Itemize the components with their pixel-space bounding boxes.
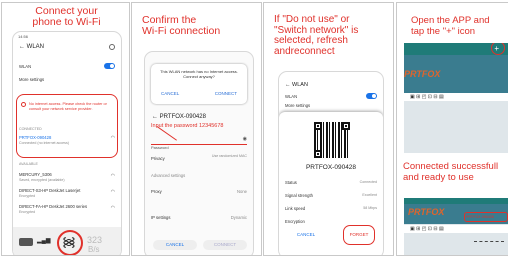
no-internet-dialog: This WLAN network has no Internet access… bbox=[151, 64, 247, 104]
device-name: PRTFOX-090428 bbox=[466, 215, 494, 219]
step-3-caption: If "Do not use" or "Switch network" is s… bbox=[274, 14, 358, 57]
network-status: Encrypted bbox=[19, 210, 36, 214]
status-time: 14:56 bbox=[18, 34, 29, 39]
wlan-label: WLAN bbox=[19, 64, 32, 69]
link-speed-value: 58 Mbps bbox=[363, 206, 377, 210]
network-speed: 323 bbox=[87, 235, 103, 245]
connected-device-tag[interactable]: PRTFOX-090428 bbox=[464, 212, 508, 222]
qr-corner bbox=[314, 150, 322, 158]
help-icon[interactable] bbox=[109, 44, 115, 50]
dialog-cancel-button[interactable]: CANCEL bbox=[161, 91, 179, 96]
wlan-toggle[interactable] bbox=[366, 93, 377, 99]
more-settings[interactable]: More settings bbox=[19, 77, 115, 82]
signal-icon: ▂▄▆ bbox=[37, 238, 51, 244]
step-5-caption: Connected successfull and ready to use bbox=[403, 161, 498, 183]
page-title-text: WLAN bbox=[26, 44, 45, 50]
wifi-icon: ◠ bbox=[110, 189, 115, 195]
step-2-caption: Confirm the Wi-Fi connection bbox=[142, 15, 220, 37]
caption-line: Wi-Fi connection bbox=[142, 25, 221, 37]
caption-line: selected, refresh bbox=[274, 35, 348, 46]
app-logo: PRTFOX bbox=[404, 69, 441, 79]
caption-line: If "Do not use" or bbox=[274, 14, 350, 25]
phone-screen: This WLAN network has no Internet access… bbox=[144, 51, 254, 255]
caption-line: tap the "+" icon bbox=[411, 26, 476, 37]
privacy-value[interactable]: Use randomized MAC bbox=[207, 154, 247, 158]
password-hint: Input the password 12345678 bbox=[151, 123, 224, 129]
phone-screen: ← WLAN WLAN More settings PRTFOX-090428 … bbox=[278, 71, 384, 255]
step-4-panel: Open the APP and tap the "+" icon + PRTF… bbox=[396, 2, 508, 256]
connect-button[interactable]: CONNECT bbox=[203, 240, 247, 250]
status-bar: 14:56 bbox=[13, 32, 121, 39]
phone-screen: 14:56 ← WLAN WLAN More settings No inter… bbox=[12, 31, 122, 255]
app-screen-1: + PRTFOX ▣ ⊞ ◰ ⊡ ⊟ ▤ bbox=[404, 43, 508, 153]
connected-ssid[interactable]: PRTFOX-090428 bbox=[19, 135, 115, 140]
advanced-settings[interactable]: Advanced settings bbox=[151, 173, 247, 178]
network-status: Saved, encrypted (available) bbox=[19, 178, 65, 182]
wifi-icon: ◠ bbox=[110, 135, 115, 141]
caption-line: andreconnect bbox=[274, 45, 335, 57]
wifi-icon: ◠ bbox=[110, 205, 115, 211]
app-screen-2: PRTFOX PRTFOX-090428 ▣ ⊞ ◰ ⊡ ⊟ ▤ bbox=[404, 198, 508, 255]
signal-value: Excellent bbox=[362, 193, 377, 197]
wifi-icon: ◠ bbox=[110, 173, 115, 179]
cancel-button[interactable]: CANCEL bbox=[291, 232, 321, 237]
connected-header: CONNECTED bbox=[19, 127, 42, 131]
step-1-panel: Connect your phone to Wi-Fi 14:56 ← WLAN… bbox=[1, 2, 130, 256]
network-name[interactable]: MERCURY_5306 bbox=[19, 172, 115, 177]
more-settings[interactable]: More settings bbox=[285, 103, 377, 108]
qr-corner bbox=[342, 122, 350, 130]
eye-icon[interactable]: ◉ bbox=[243, 136, 247, 142]
dialog-message: This WLAN network has no Internet access… bbox=[160, 69, 238, 79]
cancel-button[interactable]: CANCEL bbox=[153, 240, 197, 250]
caption-line: and ready to use bbox=[403, 172, 474, 183]
wlan-label: WLAN bbox=[285, 94, 298, 99]
page-title: ← WLAN bbox=[285, 82, 308, 88]
hd-icon bbox=[19, 238, 33, 246]
warning-text: No internet access. Please check the rou… bbox=[29, 102, 107, 111]
alert-icon bbox=[21, 102, 26, 107]
caption-line: Open the APP and bbox=[411, 15, 490, 26]
password-placeholder: Password bbox=[151, 145, 169, 150]
caption-line: Connected successfull bbox=[403, 161, 499, 172]
caption-line: phone to Wi-Fi bbox=[32, 16, 101, 28]
toolbar-icons[interactable]: ▣ ⊞ ◰ ⊡ ⊟ ▤ bbox=[410, 226, 444, 232]
connected-status: Connected (no internet access) bbox=[19, 141, 69, 145]
qr-corner bbox=[314, 122, 322, 130]
network-name[interactable]: DIRECT-FA-HP DeskJet 2600 series bbox=[19, 204, 115, 209]
toolbar-icons[interactable]: ▣ ⊞ ◰ ⊡ ⊟ ▤ bbox=[410, 94, 444, 100]
available-header: AVAILABLE bbox=[19, 162, 38, 166]
network-title: ← PRTFOX-090428 bbox=[152, 114, 206, 120]
ruler-icon bbox=[474, 238, 504, 242]
page-title: ← WLAN bbox=[19, 44, 45, 50]
step-3-panel: If "Do not use" or "Switch network" is s… bbox=[263, 2, 394, 256]
app-logo: PRTFOX bbox=[408, 207, 445, 217]
step-2-panel: Confirm the Wi-Fi connection This WLAN n… bbox=[131, 2, 262, 256]
ip-settings-value[interactable]: Dynamic bbox=[217, 215, 247, 220]
password-field[interactable]: Password ◉ bbox=[151, 136, 247, 150]
wlan-toggle[interactable] bbox=[104, 63, 115, 69]
forget-button[interactable]: FORGET bbox=[345, 232, 373, 237]
app-content bbox=[404, 101, 508, 153]
step-4-caption: Open the APP and tap the "+" icon bbox=[411, 15, 490, 37]
qr-ssid: PRTFOX-090428 bbox=[305, 164, 357, 171]
wifi-icon: ᯼ bbox=[62, 234, 76, 249]
network-name[interactable]: DIRECT-S3-HP DeskJet Laserjet bbox=[19, 188, 115, 193]
dialog-connect-button[interactable]: CONNECT bbox=[215, 91, 237, 96]
network-ssid: PRTFOX-090428 bbox=[159, 114, 206, 120]
network-status: Encrypted bbox=[19, 194, 36, 198]
encryption-label: Encryption bbox=[285, 219, 305, 224]
page-title-text: WLAN bbox=[292, 82, 308, 88]
network-speed-unit: B/s bbox=[88, 245, 100, 254]
proxy-value[interactable]: None bbox=[217, 189, 247, 194]
step-1-caption: Connect your phone to Wi-Fi bbox=[2, 6, 129, 28]
status-value: Connected bbox=[359, 180, 377, 184]
